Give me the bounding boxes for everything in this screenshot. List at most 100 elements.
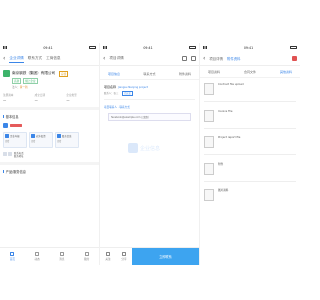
signal-group xyxy=(103,46,107,49)
metric-item: 注册资本 — xyxy=(3,93,33,102)
tab-company-detail[interactable]: 企业详情 xyxy=(9,55,24,63)
card-sub: 查看 xyxy=(57,140,62,143)
status-time: 09:41 xyxy=(43,45,53,50)
tab-project-info[interactable]: 项目信息 xyxy=(108,72,120,76)
bottom-nav-label: 我的 xyxy=(84,258,90,261)
battery-icon xyxy=(189,46,196,49)
metric-label: 注册资本 xyxy=(3,94,14,97)
contact-list-header[interactable]: 项目联系人 · 联系方式 xyxy=(100,103,199,111)
top-nav: ‹ 企业详情 联系方式 工商信息 xyxy=(0,52,99,66)
action-label: 分享 xyxy=(121,258,127,261)
document-name: Contract file upload xyxy=(218,83,244,86)
phone-icon xyxy=(3,152,7,156)
metric-value: — xyxy=(66,98,70,102)
status-time: 09:41 xyxy=(143,45,153,50)
document-icon xyxy=(204,83,214,95)
card-title: 企业年报 xyxy=(10,135,20,138)
contact-address[interactable]: 联系地址 xyxy=(14,155,24,158)
divider xyxy=(204,127,296,128)
project-link[interactable]: Jiangsu Nanjing project xyxy=(118,86,148,89)
status-bar: 09:41 xyxy=(0,43,99,52)
contact-row: 联系电话 联系地址 xyxy=(0,148,99,159)
document-name: Project report file xyxy=(218,136,241,139)
watermark-text: 企业信息 xyxy=(140,145,161,152)
share-icon[interactable] xyxy=(191,56,196,61)
document-item[interactable]: 附件 xyxy=(200,158,300,178)
tab-business-info[interactable]: 工商信息 xyxy=(46,55,60,62)
metric-value: — xyxy=(34,98,38,102)
section-title-products: 产品/服务信息 xyxy=(0,168,99,175)
signal-icon xyxy=(203,46,207,49)
verified-badge: 已认证 xyxy=(122,91,133,97)
watermark: 企业信息 xyxy=(128,143,160,153)
page-title: 项目详情 xyxy=(109,56,124,60)
tab-contract-files[interactable]: 合同文件 xyxy=(244,70,256,74)
info-card[interactable]: 企业年报 查看 xyxy=(3,132,27,148)
alert-icon[interactable] xyxy=(292,56,297,61)
document-name: 附件 xyxy=(218,162,224,166)
document-item[interactable]: Contract file upload xyxy=(200,78,300,98)
tab-attachments[interactable]: 附件资料 xyxy=(179,72,191,76)
back-icon[interactable]: ‹ xyxy=(203,55,205,62)
legal-person-label: 法人： xyxy=(12,86,20,89)
back-icon[interactable]: ‹ xyxy=(103,55,105,62)
info-cards: 企业年报 查看 对外投资 查看 股东信息 查看 xyxy=(0,128,99,148)
address-icon xyxy=(8,152,12,156)
top-nav: ‹ 项目详情 xyxy=(100,52,199,66)
tab-other-materials[interactable]: 其他资料 xyxy=(280,70,292,74)
nav-item[interactable]: 项目详情 xyxy=(209,56,223,61)
contact-label: 联系人： xyxy=(104,92,114,95)
bottom-nav-feed[interactable]: 动态 xyxy=(35,252,40,261)
phone-attachments: 09:41 ‹ 项目详情 附件资料 项目资料 合同文件 其他资料 Contrac… xyxy=(200,43,300,265)
project-contact-line: 联系人：张三 已认证 xyxy=(100,91,199,97)
nav-item-active[interactable]: 附件资料 xyxy=(227,56,241,61)
star-icon[interactable] xyxy=(182,56,187,61)
bottom-nav-label: 动态 xyxy=(34,258,40,261)
tab-contact[interactable]: 联系方式 xyxy=(28,55,42,62)
divider xyxy=(204,101,296,102)
shareholder-icon xyxy=(57,134,61,138)
info-card[interactable]: 对外投资 查看 xyxy=(29,132,53,148)
card-title: 对外投资 xyxy=(36,135,46,138)
document-item[interactable]: Project report file xyxy=(200,131,300,151)
contact-text: 联系电话 联系地址 xyxy=(14,152,24,159)
document-item[interactable]: Invoice File xyxy=(200,105,300,125)
blue-chip-icon xyxy=(3,123,8,128)
divider xyxy=(0,107,99,110)
red-chip-icon xyxy=(10,124,22,127)
company-name: 南京钢铁（集团）有限公司 xyxy=(12,71,56,75)
company-header: 南京钢铁（集团）有限公司 存续 xyxy=(0,66,99,78)
bottom-nav: 首页 动态 消息 我的 xyxy=(0,247,99,265)
document-name: 图片资料 xyxy=(218,189,229,192)
section-title: 基本信息 xyxy=(0,113,99,120)
bottom-nav-profile[interactable]: 我的 xyxy=(84,252,89,261)
project-title-label: 项目名称 xyxy=(104,85,117,89)
project-title-row: 项目名称 Jiangsu Nanjing project xyxy=(100,80,199,91)
document-icon xyxy=(204,136,214,148)
divider xyxy=(0,161,99,165)
bottom-nav-messages[interactable]: 消息 xyxy=(59,252,64,261)
card-title: 股东信息 xyxy=(62,135,72,138)
battery-group xyxy=(189,46,196,49)
info-card[interactable]: 股东信息 查看 xyxy=(55,132,79,148)
bottom-nav-home[interactable]: 首页 xyxy=(10,252,15,261)
signal-group xyxy=(3,46,7,49)
contact-name: 张三 xyxy=(113,92,119,95)
legal-person-value[interactable]: 黄一新 xyxy=(20,86,28,89)
message-icon xyxy=(59,252,64,256)
battery-group xyxy=(290,46,297,49)
three-phone-screens: 09:41 ‹ 企业详情 联系方式 工商信息 南京钢铁（集团）有限公司 存续 高… xyxy=(0,43,300,265)
battery-group xyxy=(89,46,96,49)
tab-contact[interactable]: 联系方式 xyxy=(143,72,155,76)
share-button[interactable]: 分享 xyxy=(116,248,132,265)
company-metrics: 注册资本 — 成立日期 — 企业类型 — xyxy=(0,89,99,104)
tab-bar: 项目信息 联系方式 附件资料 xyxy=(100,66,199,80)
metric-value: — xyxy=(3,98,7,102)
document-item[interactable]: 图片资料 xyxy=(200,184,300,204)
contact-now-button[interactable]: 立即联系 xyxy=(132,248,199,265)
status-bar: 09:41 xyxy=(200,43,300,52)
follow-button[interactable]: 关注 xyxy=(100,248,116,265)
back-icon[interactable]: ‹ xyxy=(3,55,5,62)
report-icon xyxy=(5,134,9,138)
tab-project-materials[interactable]: 项目资料 xyxy=(208,70,220,74)
